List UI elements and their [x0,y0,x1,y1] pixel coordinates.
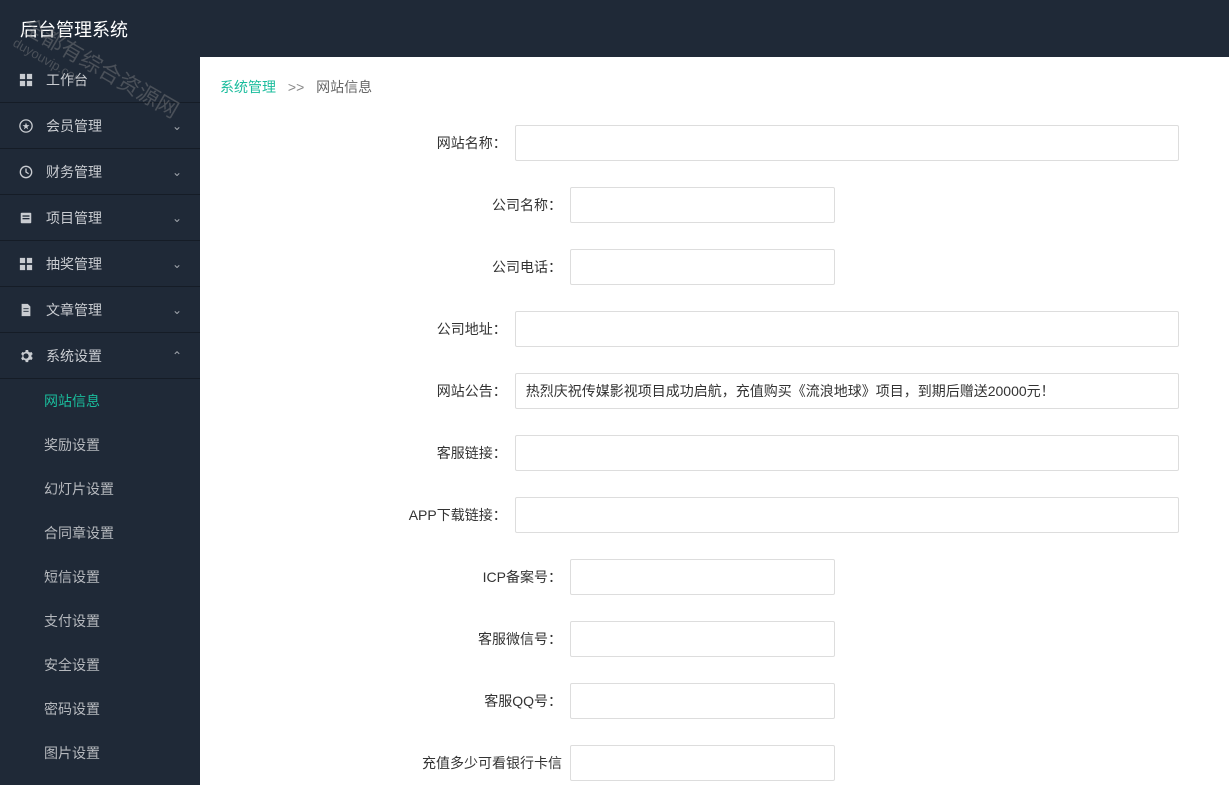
submenu-item-security[interactable]: 安全设置 [0,643,200,687]
input-service-qq[interactable] [570,683,835,719]
sidebar-item-label: 会员管理 [46,116,102,136]
clock-icon [18,164,34,180]
submenu-item-label: 网站信息 [44,391,100,411]
label-service-wechat: 客服微信号： [200,629,570,649]
label-company-phone: 公司电话： [200,257,570,277]
breadcrumb: 系统管理 >> 网站信息 [200,57,1229,115]
input-company-name[interactable] [570,187,835,223]
sidebar-item-workspace[interactable]: 工作台 [0,57,200,103]
submenu-item-label: 支付设置 [44,611,100,631]
submenu-item-label: 图片设置 [44,743,100,763]
input-site-name[interactable] [515,125,1179,161]
sidebar-item-articles[interactable]: 文章管理 ⌄ [0,287,200,333]
label-service-link: 客服链接： [200,443,515,463]
sidebar-item-label: 系统设置 [46,346,102,366]
submenu-item-payment[interactable]: 支付设置 [0,599,200,643]
breadcrumb-root[interactable]: 系统管理 [220,79,276,95]
chevron-down-icon: ⌄ [172,257,182,271]
sidebar-item-label: 工作台 [46,70,88,90]
label-company-address: 公司地址： [200,319,515,339]
sidebar-item-label: 项目管理 [46,208,102,228]
dashboard-icon [18,72,34,88]
chevron-up-icon: ⌃ [172,349,182,363]
chevron-down-icon: ⌄ [172,211,182,225]
submenu-item-label: 奖励设置 [44,435,100,455]
input-service-link[interactable] [515,435,1179,471]
label-announcement: 网站公告： [200,381,515,401]
input-recharge-threshold[interactable] [570,745,835,781]
grid-icon [18,256,34,272]
chevron-down-icon: ⌄ [172,119,182,133]
input-company-phone[interactable] [570,249,835,285]
sidebar-item-members[interactable]: 会员管理 ⌄ [0,103,200,149]
input-company-address[interactable] [515,311,1179,347]
input-icp[interactable] [570,559,835,595]
submenu-item-sms[interactable]: 短信设置 [0,555,200,599]
doc-icon [18,302,34,318]
sidebar-item-finance[interactable]: 财务管理 ⌄ [0,149,200,195]
site-info-form: 网站名称： 公司名称： 公司电话： 公司地址： 网站公告： 客服链接： [200,115,1229,785]
folder-icon [18,210,34,226]
app-header: 后台管理系统 [0,0,1229,57]
input-announcement[interactable] [515,373,1179,409]
sidebar-item-label: 抽奖管理 [46,254,102,274]
main-content: 系统管理 >> 网站信息 网站名称： 公司名称： 公司电话： 公司地址： 网 [200,57,1229,785]
sidebar: 工作台 会员管理 ⌄ 财务管理 ⌄ [0,57,200,785]
user-icon [18,118,34,134]
submenu-item-contract[interactable]: 合同章设置 [0,511,200,555]
submenu-item-label: 合同章设置 [44,523,114,543]
chevron-down-icon: ⌄ [172,303,182,317]
submenu-item-label: 短信设置 [44,567,100,587]
submenu-item-label: 幻灯片设置 [44,479,114,499]
app-title: 后台管理系统 [20,16,128,42]
submenu-item-password[interactable]: 密码设置 [0,687,200,731]
label-icp: ICP备案号： [200,567,570,587]
sidebar-item-projects[interactable]: 项目管理 ⌄ [0,195,200,241]
input-service-wechat[interactable] [570,621,835,657]
input-app-download[interactable] [515,497,1179,533]
breadcrumb-sep: >> [288,79,304,95]
submenu-item-label: 安全设置 [44,655,100,675]
chevron-down-icon: ⌄ [172,165,182,179]
submenu-system: 网站信息 奖励设置 幻灯片设置 合同章设置 短信设置 支付设置 安全设置 密码设… [0,379,200,775]
label-recharge-threshold: 充值多少可看银行卡信 [200,753,570,773]
sidebar-item-label: 财务管理 [46,162,102,182]
sidebar-item-lottery[interactable]: 抽奖管理 ⌄ [0,241,200,287]
label-app-download: APP下载链接： [200,505,515,525]
submenu-item-site-info[interactable]: 网站信息 [0,379,200,423]
submenu-item-slideshow[interactable]: 幻灯片设置 [0,467,200,511]
label-company-name: 公司名称： [200,195,570,215]
submenu-item-label: 密码设置 [44,699,100,719]
label-site-name: 网站名称： [200,133,515,153]
label-service-qq: 客服QQ号： [200,691,570,711]
breadcrumb-current: 网站信息 [316,79,372,95]
sidebar-item-label: 文章管理 [46,300,102,320]
gear-icon [18,348,34,364]
submenu-item-images[interactable]: 图片设置 [0,731,200,775]
sidebar-item-settings[interactable]: 系统设置 ⌃ [0,333,200,379]
submenu-item-reward[interactable]: 奖励设置 [0,423,200,467]
